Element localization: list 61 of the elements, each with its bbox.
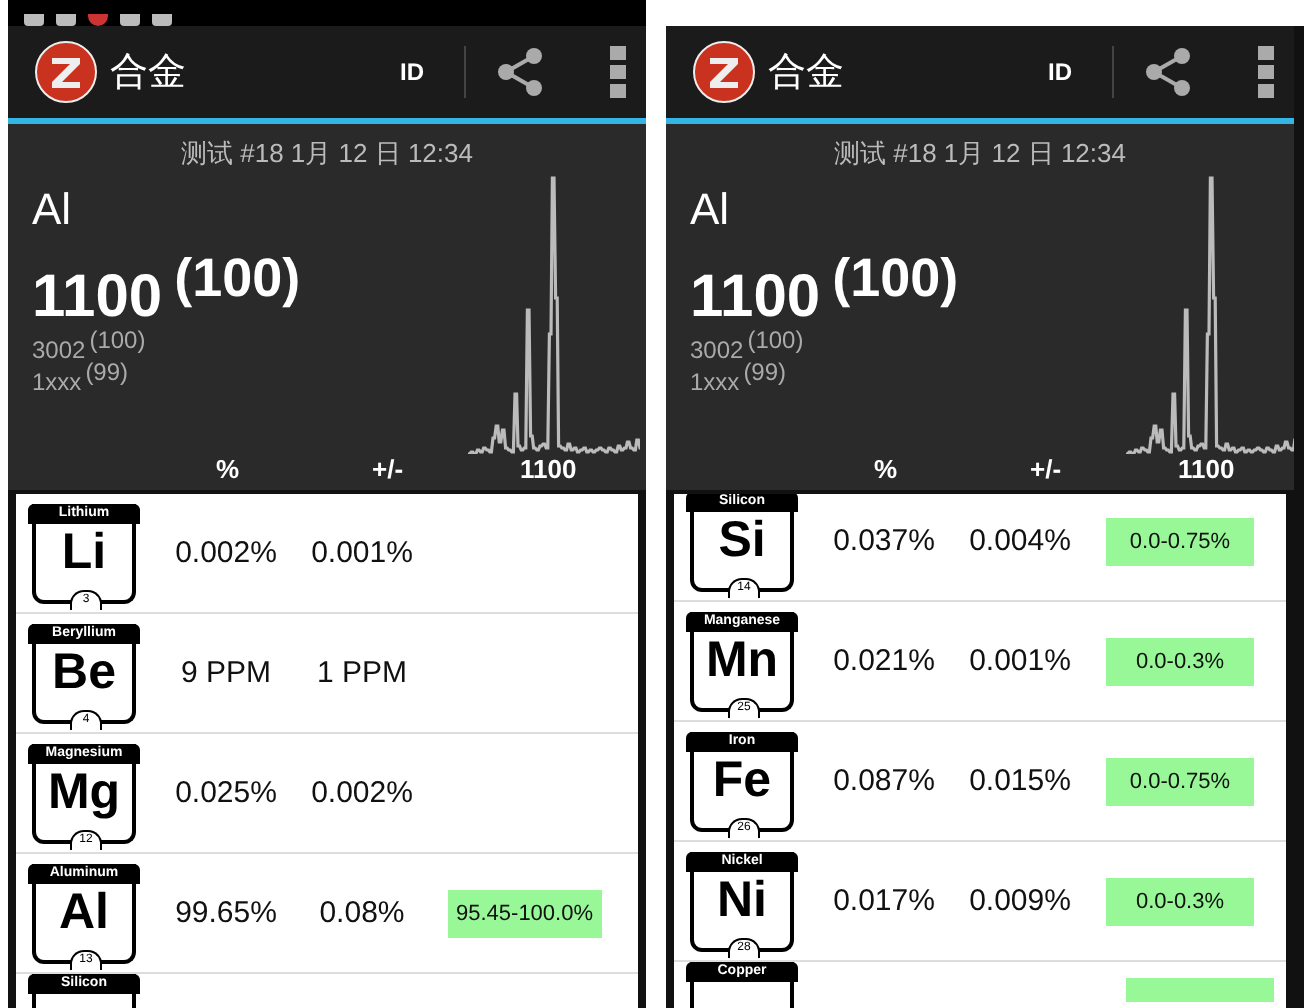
menu-icon[interactable]: [610, 46, 626, 98]
concentration: 0.002%: [173, 536, 279, 570]
alternative-grade: 1xxx: [690, 368, 740, 396]
concentration: 0.025%: [173, 776, 279, 810]
error-value: 1 PPM: [314, 656, 409, 690]
app-title: 合金: [110, 50, 188, 98]
error-value: 0.002%: [309, 776, 415, 810]
test-info: 测试 #18 1月 12 日 12:34: [832, 136, 1128, 172]
test-info: 测试 #18 1月 12 日 12:34: [179, 136, 475, 172]
concentration: 0.017%: [831, 884, 937, 918]
column-header: %: [874, 454, 898, 484]
element-symbol: Al: [59, 883, 109, 939]
app-title: 合金: [768, 50, 846, 98]
base-element: Al: [690, 184, 730, 236]
grade-name: 1100: [690, 264, 821, 330]
element-symbol: Li: [61, 523, 107, 579]
column-header: +/-: [372, 454, 404, 484]
share-icon[interactable]: [1142, 46, 1194, 98]
id-button[interactable]: ID: [1036, 46, 1084, 98]
column-header: +/-: [1030, 454, 1062, 484]
grade-match: (100): [174, 248, 301, 310]
element-symbol: Si: [718, 511, 766, 567]
spec-range: 95.45-100.0%: [448, 889, 601, 937]
alternative-match: (100): [747, 326, 804, 354]
error-value: 0.015%: [967, 764, 1073, 798]
error-value: 0.009%: [967, 884, 1073, 918]
concentration: 99.65%: [173, 896, 279, 930]
concentration: 9 PPM: [178, 656, 273, 690]
error-value: 0.004%: [967, 524, 1073, 558]
alternative-grade: 1xxx: [32, 368, 82, 396]
concentration: 0.021%: [831, 644, 937, 678]
column-header: 1100: [1178, 454, 1235, 484]
error-value: 0.001%: [967, 644, 1073, 678]
element-symbol: Fe: [712, 751, 772, 807]
alternative-match: (99): [85, 358, 129, 386]
column-header: 1100: [520, 454, 577, 484]
column-header: %: [216, 454, 240, 484]
alternative-grade: 3002: [690, 336, 744, 364]
share-icon[interactable]: [494, 46, 546, 98]
id-button[interactable]: ID: [388, 46, 436, 98]
base-element: Al: [32, 184, 72, 236]
element-symbol: Ni: [717, 871, 767, 927]
element-symbol: Mn: [705, 631, 779, 687]
logo-icon: [692, 40, 756, 104]
spec-range: 0.0-0.3%: [1106, 877, 1254, 925]
alternative-match: (100): [89, 326, 146, 354]
concentration: 0.037%: [831, 524, 937, 558]
alternative-grade: 3002: [32, 336, 86, 364]
element-symbol: Mg: [47, 763, 121, 819]
alternative-match: (99): [743, 358, 787, 386]
logo-icon: [34, 40, 98, 104]
spec-range: 0.0-0.75%: [1106, 517, 1254, 565]
spec-range: 0.0-0.75%: [1106, 757, 1254, 805]
element-symbol: Be: [52, 643, 116, 699]
grade-match: (100): [832, 248, 959, 310]
error-value: 0.001%: [309, 536, 415, 570]
menu-icon[interactable]: [1258, 46, 1274, 98]
error-value: 0.08%: [317, 896, 407, 930]
concentration: 0.087%: [831, 764, 937, 798]
spec-range: 0.0-0.3%: [1106, 637, 1254, 685]
grade-name: 1100: [32, 264, 163, 330]
